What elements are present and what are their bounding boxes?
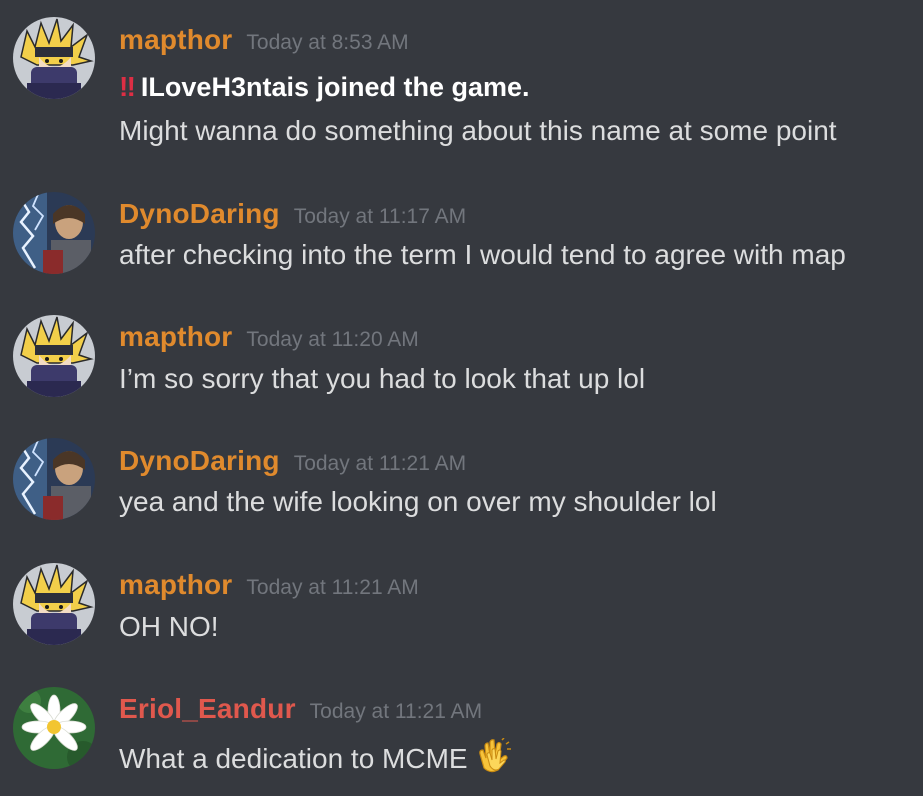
message-text: Might wanna do something about this name…	[119, 115, 837, 146]
water-lily-avatar-icon[interactable]	[13, 687, 95, 769]
message-text: I’m so sorry that you had to look that u…	[119, 363, 646, 394]
timestamp[interactable]: Today at 11:21 AM	[246, 576, 418, 599]
lightning-avatar-icon[interactable]	[13, 192, 95, 274]
username[interactable]: DynoDaring	[119, 198, 280, 229]
message-header: DynoDaring Today at 11:17 AM	[119, 198, 466, 230]
timestamp[interactable]: Today at 11:17 AM	[294, 205, 466, 228]
timestamp[interactable]: Today at 11:21 AM	[294, 452, 466, 475]
message-text: What a dedication to MCME	[119, 738, 512, 781]
spiky-hair-avatar-icon[interactable]	[13, 315, 95, 397]
chat-message-list: mapthor Today at 8:53 AM ‼ ILoveH3ntais jo…	[0, 0, 923, 796]
username[interactable]: DynoDaring	[119, 445, 280, 476]
lightning-avatar-icon[interactable]	[13, 438, 95, 520]
message-text: after checking into the term I would ten…	[119, 239, 846, 270]
double-exclamation-icon: ‼	[119, 71, 136, 102]
spiky-hair-avatar-icon[interactable]	[13, 17, 95, 99]
message-text: ‼ ILoveH3ntais joined the game.	[119, 71, 530, 103]
message-header: mapthor Today at 8:53 AM	[119, 24, 409, 56]
message-text-content: What a dedication to MCME	[119, 743, 468, 774]
message-text: yea and the wife looking on over my shou…	[119, 486, 717, 517]
message-header: Eriol_Eandur Today at 11:21 AM	[119, 693, 482, 725]
timestamp[interactable]: Today at 8:53 AM	[246, 31, 408, 54]
clapping-hands-icon	[476, 738, 512, 781]
username[interactable]: mapthor	[119, 321, 232, 352]
timestamp[interactable]: Today at 11:20 AM	[246, 328, 418, 351]
spiky-hair-avatar-icon[interactable]	[13, 563, 95, 645]
message-header: mapthor Today at 11:20 AM	[119, 321, 419, 353]
message-header: mapthor Today at 11:21 AM	[119, 569, 419, 601]
username[interactable]: Eriol_Eandur	[119, 693, 296, 724]
message-text: OH NO!	[119, 611, 219, 642]
username[interactable]: mapthor	[119, 569, 232, 600]
message-header: DynoDaring Today at 11:21 AM	[119, 445, 466, 477]
timestamp[interactable]: Today at 11:21 AM	[310, 700, 482, 723]
message-text-content: ILoveH3ntais joined the game.	[140, 72, 530, 102]
username[interactable]: mapthor	[119, 24, 232, 55]
